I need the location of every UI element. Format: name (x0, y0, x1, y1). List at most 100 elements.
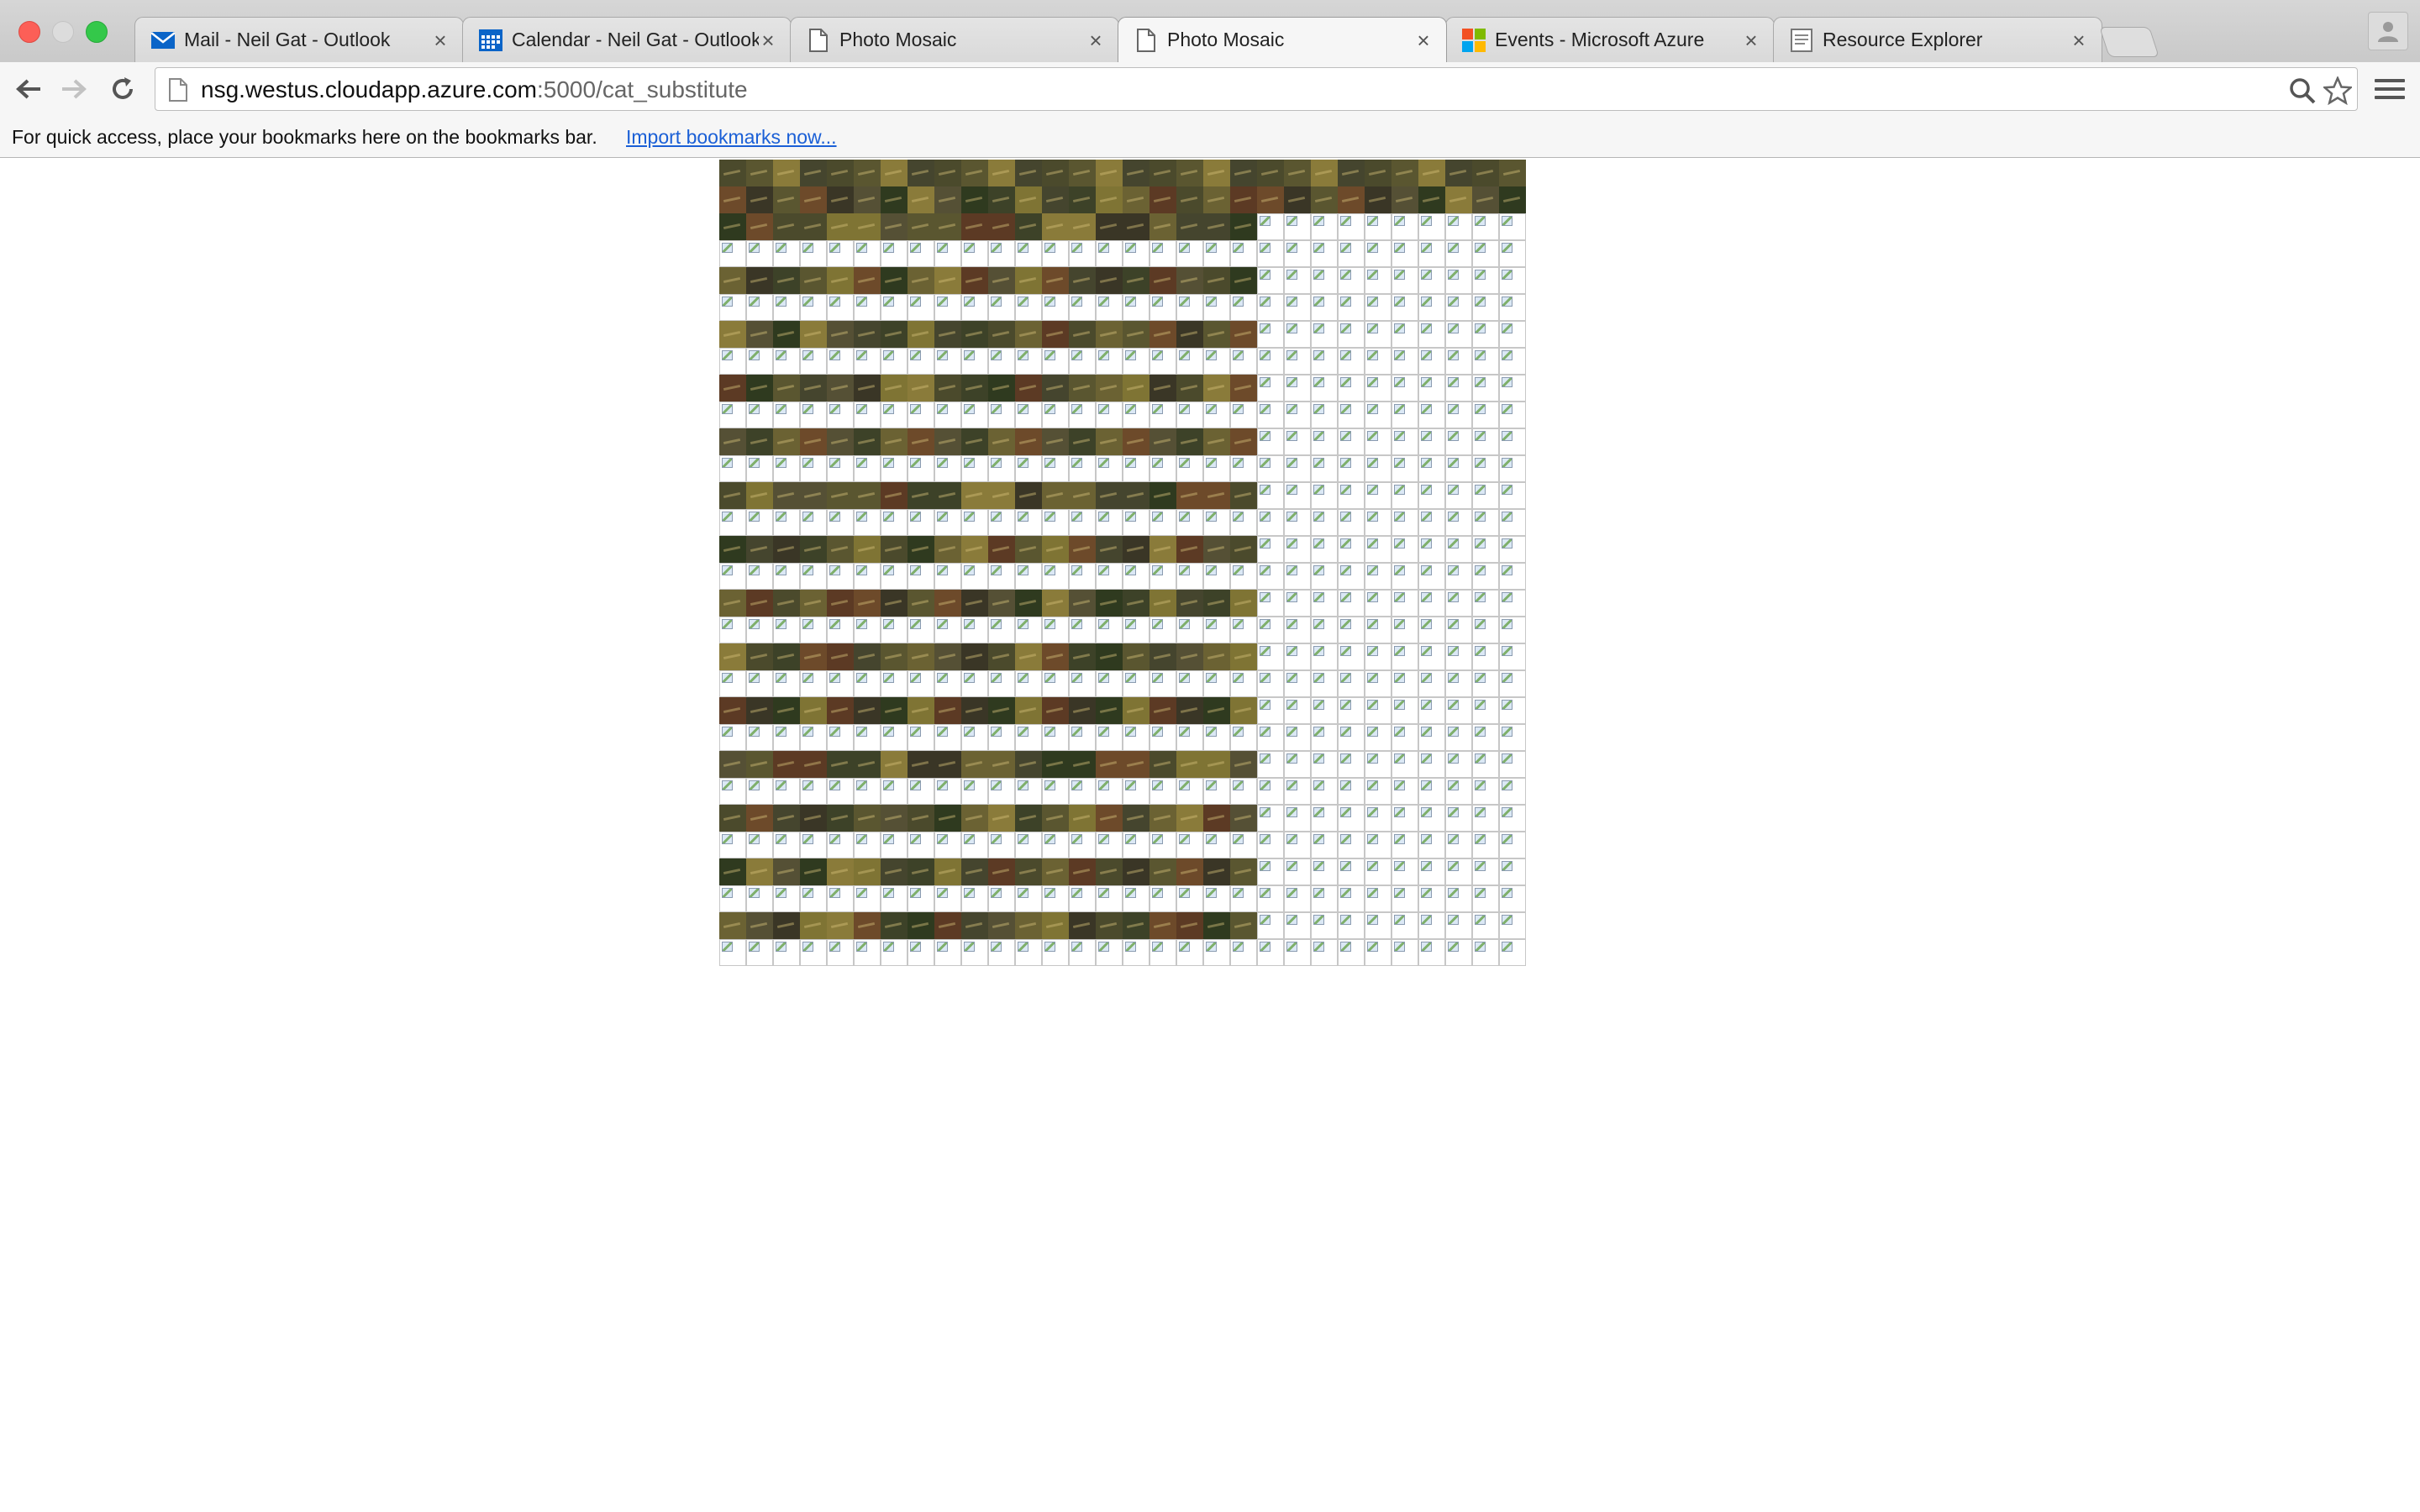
broken-image-icon (746, 402, 773, 428)
broken-image-icon (1445, 939, 1472, 966)
broken-image-icon (1042, 240, 1069, 267)
mosaic-photo-tile (881, 321, 908, 348)
tab-close-button[interactable]: × (1742, 29, 1760, 51)
broken-image-icon (1015, 724, 1042, 751)
mosaic-photo-tile (800, 160, 827, 186)
import-bookmarks-link[interactable]: Import bookmarks now... (626, 126, 837, 149)
address-bar[interactable]: nsg.westus.cloudapp.azure.com:5000/cat_s… (155, 67, 2358, 111)
mosaic-photo-tile (854, 482, 881, 509)
mosaic-photo-tile (988, 805, 1015, 832)
broken-image-icon (1015, 240, 1042, 267)
mosaic-photo-tile (1123, 697, 1150, 724)
broken-image-icon (1311, 321, 1338, 348)
broken-image-icon (1257, 402, 1284, 428)
broken-image-icon (719, 778, 746, 805)
broken-image-icon (827, 509, 854, 536)
broken-image-icon (1392, 885, 1418, 912)
broken-image-icon (1392, 348, 1418, 375)
window-close-button[interactable] (18, 21, 40, 43)
broken-image-icon (854, 455, 881, 482)
broken-image-icon (773, 348, 800, 375)
back-button[interactable] (13, 74, 44, 104)
tab-close-button[interactable]: × (431, 29, 450, 51)
broken-image-icon (1150, 617, 1176, 643)
new-tab-button[interactable] (2099, 27, 2160, 57)
broken-image-icon (1069, 724, 1096, 751)
broken-image-icon (1257, 536, 1284, 563)
broken-image-icon (1096, 670, 1123, 697)
mosaic-photo-tile (719, 213, 746, 240)
broken-image-icon (1338, 294, 1365, 321)
broken-image-icon (719, 402, 746, 428)
mosaic-photo-tile (1203, 321, 1230, 348)
mosaic-photo-tile (1392, 160, 1418, 186)
broken-image-icon (1257, 240, 1284, 267)
profile-button[interactable] (2368, 12, 2408, 50)
mosaic-photo-tile (854, 375, 881, 402)
broken-image-icon (1150, 294, 1176, 321)
broken-image-icon (1042, 724, 1069, 751)
url-text[interactable]: nsg.westus.cloudapp.azure.com:5000/cat_s… (201, 76, 748, 103)
mosaic-photo-tile (773, 643, 800, 670)
broken-image-icon (1284, 724, 1311, 751)
mosaic-photo-tile (1418, 160, 1445, 186)
mosaic-photo-tile (1069, 186, 1096, 213)
broken-image-icon (1284, 267, 1311, 294)
broken-image-icon (800, 294, 827, 321)
tab-events-azure[interactable]: Events - Microsoft Azure × (1445, 17, 1775, 62)
broken-image-icon (746, 724, 773, 751)
tab-calendar-outlook[interactable]: Calendar - Neil Gat - Outlook × (462, 17, 792, 62)
broken-image-icon (934, 778, 961, 805)
mosaic-photo-tile (934, 697, 961, 724)
broken-image-icon (1176, 509, 1203, 536)
page-info-icon[interactable] (167, 78, 189, 102)
mosaic-photo-tile (1257, 160, 1284, 186)
tab-mail-outlook[interactable]: Mail - Neil Gat - Outlook × (134, 17, 464, 62)
tab-close-button[interactable]: × (759, 29, 777, 51)
forward-button[interactable] (59, 74, 89, 104)
mosaic-photo-tile (773, 590, 800, 617)
broken-image-icon (1284, 348, 1311, 375)
tab-close-button[interactable]: × (2070, 29, 2088, 51)
bookmark-star-icon[interactable] (2323, 76, 2352, 105)
tab-photo-mosaic-active[interactable]: Photo Mosaic × (1118, 17, 1447, 62)
broken-image-icon (1123, 294, 1150, 321)
broken-image-icon (773, 670, 800, 697)
broken-image-icon (854, 832, 881, 858)
tab-close-button[interactable]: × (1414, 29, 1433, 51)
tab-resource-explorer[interactable]: Resource Explorer × (1773, 17, 2102, 62)
window-minimize-button[interactable] (52, 21, 74, 43)
mosaic-photo-tile (881, 858, 908, 885)
broken-image-icon (773, 240, 800, 267)
mosaic-photo-tile (934, 912, 961, 939)
mosaic-photo-tile (1338, 186, 1365, 213)
reload-button[interactable] (108, 74, 138, 104)
mosaic-photo-tile (854, 536, 881, 563)
broken-image-icon (1338, 617, 1365, 643)
broken-image-icon (1123, 885, 1150, 912)
broken-image-icon (1392, 375, 1418, 402)
broken-image-icon (1472, 482, 1499, 509)
tab-close-button[interactable]: × (1086, 29, 1105, 51)
chrome-menu-button[interactable] (2375, 74, 2405, 104)
broken-image-icon (1418, 402, 1445, 428)
broken-image-icon (1230, 885, 1257, 912)
tab-photo-mosaic-1[interactable]: Photo Mosaic × (790, 17, 1119, 62)
mosaic-photo-tile (1176, 912, 1203, 939)
broken-image-icon (1096, 240, 1123, 267)
broken-image-icon (1096, 455, 1123, 482)
broken-image-icon (1499, 240, 1526, 267)
broken-image-icon (1365, 240, 1392, 267)
mosaic-photo-tile (881, 160, 908, 186)
broken-image-icon (854, 509, 881, 536)
mosaic-photo-tile (881, 428, 908, 455)
mosaic-photo-tile (908, 482, 934, 509)
broken-image-icon (1338, 724, 1365, 751)
mosaic-photo-tile (746, 160, 773, 186)
broken-image-icon (1472, 563, 1499, 590)
broken-image-icon (1311, 885, 1338, 912)
window-maximize-button[interactable] (86, 21, 108, 43)
mosaic-photo-tile (1069, 858, 1096, 885)
search-icon[interactable] (2288, 76, 2317, 105)
mosaic-photo-tile (934, 751, 961, 778)
